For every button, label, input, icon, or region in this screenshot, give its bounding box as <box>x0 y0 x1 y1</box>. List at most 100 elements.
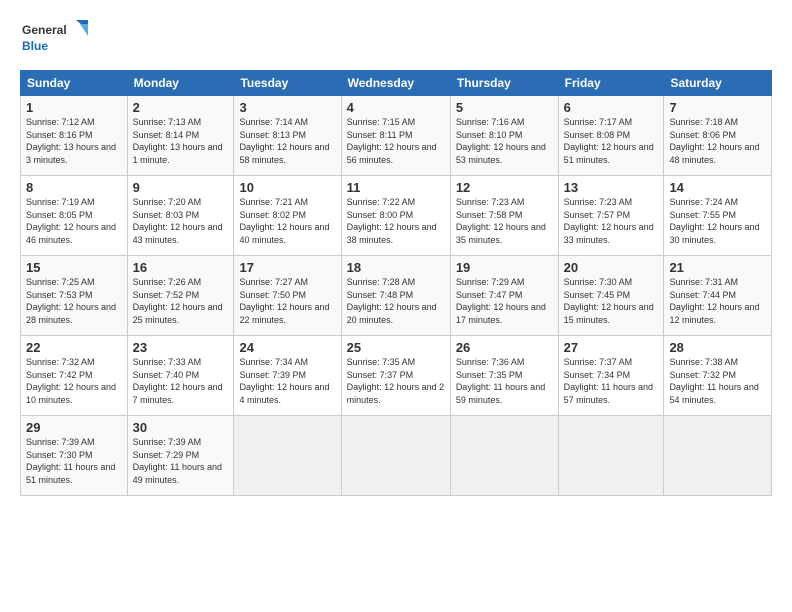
day-number: 29 <box>26 420 122 435</box>
calendar-cell: 5Sunrise: 7:16 AMSunset: 8:10 PMDaylight… <box>450 96 558 176</box>
day-info: Sunrise: 7:12 AMSunset: 8:16 PMDaylight:… <box>26 116 122 166</box>
day-info: Sunrise: 7:25 AMSunset: 7:53 PMDaylight:… <box>26 276 122 326</box>
calendar-cell: 6Sunrise: 7:17 AMSunset: 8:08 PMDaylight… <box>558 96 664 176</box>
svg-text:Blue: Blue <box>22 39 48 53</box>
calendar-cell: 27Sunrise: 7:37 AMSunset: 7:34 PMDayligh… <box>558 336 664 416</box>
day-info: Sunrise: 7:26 AMSunset: 7:52 PMDaylight:… <box>133 276 229 326</box>
calendar-cell: 7Sunrise: 7:18 AMSunset: 8:06 PMDaylight… <box>664 96 772 176</box>
day-number: 16 <box>133 260 229 275</box>
calendar-cell: 16Sunrise: 7:26 AMSunset: 7:52 PMDayligh… <box>127 256 234 336</box>
day-info: Sunrise: 7:37 AMSunset: 7:34 PMDaylight:… <box>564 356 659 406</box>
calendar-cell: 20Sunrise: 7:30 AMSunset: 7:45 PMDayligh… <box>558 256 664 336</box>
calendar-cell: 11Sunrise: 7:22 AMSunset: 8:00 PMDayligh… <box>341 176 450 256</box>
calendar-cell: 18Sunrise: 7:28 AMSunset: 7:48 PMDayligh… <box>341 256 450 336</box>
table-row: 15Sunrise: 7:25 AMSunset: 7:53 PMDayligh… <box>21 256 772 336</box>
day-info: Sunrise: 7:33 AMSunset: 7:40 PMDaylight:… <box>133 356 229 406</box>
day-number: 30 <box>133 420 229 435</box>
calendar-cell: 14Sunrise: 7:24 AMSunset: 7:55 PMDayligh… <box>664 176 772 256</box>
day-info: Sunrise: 7:22 AMSunset: 8:00 PMDaylight:… <box>347 196 445 246</box>
day-number: 26 <box>456 340 553 355</box>
calendar-cell: 2Sunrise: 7:13 AMSunset: 8:14 PMDaylight… <box>127 96 234 176</box>
calendar-cell <box>450 416 558 496</box>
day-info: Sunrise: 7:14 AMSunset: 8:13 PMDaylight:… <box>239 116 335 166</box>
calendar-cell: 17Sunrise: 7:27 AMSunset: 7:50 PMDayligh… <box>234 256 341 336</box>
day-number: 6 <box>564 100 659 115</box>
col-header-saturday: Saturday <box>664 71 772 96</box>
logo: General Blue <box>20 18 90 60</box>
day-info: Sunrise: 7:32 AMSunset: 7:42 PMDaylight:… <box>26 356 122 406</box>
calendar-cell <box>664 416 772 496</box>
calendar-cell: 1Sunrise: 7:12 AMSunset: 8:16 PMDaylight… <box>21 96 128 176</box>
day-number: 3 <box>239 100 335 115</box>
calendar-cell: 23Sunrise: 7:33 AMSunset: 7:40 PMDayligh… <box>127 336 234 416</box>
day-info: Sunrise: 7:13 AMSunset: 8:14 PMDaylight:… <box>133 116 229 166</box>
day-info: Sunrise: 7:36 AMSunset: 7:35 PMDaylight:… <box>456 356 553 406</box>
day-info: Sunrise: 7:18 AMSunset: 8:06 PMDaylight:… <box>669 116 766 166</box>
calendar-cell: 15Sunrise: 7:25 AMSunset: 7:53 PMDayligh… <box>21 256 128 336</box>
table-row: 22Sunrise: 7:32 AMSunset: 7:42 PMDayligh… <box>21 336 772 416</box>
calendar-table: SundayMondayTuesdayWednesdayThursdayFrid… <box>20 70 772 496</box>
calendar-cell: 3Sunrise: 7:14 AMSunset: 8:13 PMDaylight… <box>234 96 341 176</box>
calendar-cell <box>234 416 341 496</box>
table-row: 1Sunrise: 7:12 AMSunset: 8:16 PMDaylight… <box>21 96 772 176</box>
calendar-cell: 30Sunrise: 7:39 AMSunset: 7:29 PMDayligh… <box>127 416 234 496</box>
day-info: Sunrise: 7:17 AMSunset: 8:08 PMDaylight:… <box>564 116 659 166</box>
day-number: 28 <box>669 340 766 355</box>
day-info: Sunrise: 7:29 AMSunset: 7:47 PMDaylight:… <box>456 276 553 326</box>
day-info: Sunrise: 7:20 AMSunset: 8:03 PMDaylight:… <box>133 196 229 246</box>
calendar-cell: 26Sunrise: 7:36 AMSunset: 7:35 PMDayligh… <box>450 336 558 416</box>
day-number: 1 <box>26 100 122 115</box>
day-info: Sunrise: 7:31 AMSunset: 7:44 PMDaylight:… <box>669 276 766 326</box>
calendar-cell: 13Sunrise: 7:23 AMSunset: 7:57 PMDayligh… <box>558 176 664 256</box>
day-number: 23 <box>133 340 229 355</box>
day-number: 24 <box>239 340 335 355</box>
calendar-cell <box>341 416 450 496</box>
day-number: 20 <box>564 260 659 275</box>
calendar-cell <box>558 416 664 496</box>
day-number: 17 <box>239 260 335 275</box>
day-info: Sunrise: 7:16 AMSunset: 8:10 PMDaylight:… <box>456 116 553 166</box>
day-number: 21 <box>669 260 766 275</box>
day-info: Sunrise: 7:34 AMSunset: 7:39 PMDaylight:… <box>239 356 335 406</box>
day-info: Sunrise: 7:39 AMSunset: 7:29 PMDaylight:… <box>133 436 229 486</box>
day-number: 13 <box>564 180 659 195</box>
day-info: Sunrise: 7:38 AMSunset: 7:32 PMDaylight:… <box>669 356 766 406</box>
col-header-wednesday: Wednesday <box>341 71 450 96</box>
day-number: 14 <box>669 180 766 195</box>
day-info: Sunrise: 7:35 AMSunset: 7:37 PMDaylight:… <box>347 356 445 406</box>
table-row: 8Sunrise: 7:19 AMSunset: 8:05 PMDaylight… <box>21 176 772 256</box>
calendar-cell: 25Sunrise: 7:35 AMSunset: 7:37 PMDayligh… <box>341 336 450 416</box>
calendar-cell: 29Sunrise: 7:39 AMSunset: 7:30 PMDayligh… <box>21 416 128 496</box>
day-number: 15 <box>26 260 122 275</box>
day-info: Sunrise: 7:39 AMSunset: 7:30 PMDaylight:… <box>26 436 122 486</box>
col-header-friday: Friday <box>558 71 664 96</box>
logo-svg: General Blue <box>20 18 90 60</box>
day-info: Sunrise: 7:23 AMSunset: 7:58 PMDaylight:… <box>456 196 553 246</box>
day-number: 9 <box>133 180 229 195</box>
calendar-cell: 19Sunrise: 7:29 AMSunset: 7:47 PMDayligh… <box>450 256 558 336</box>
col-header-monday: Monday <box>127 71 234 96</box>
day-number: 5 <box>456 100 553 115</box>
svg-text:General: General <box>22 23 67 37</box>
day-number: 4 <box>347 100 445 115</box>
calendar-cell: 24Sunrise: 7:34 AMSunset: 7:39 PMDayligh… <box>234 336 341 416</box>
calendar-cell: 8Sunrise: 7:19 AMSunset: 8:05 PMDaylight… <box>21 176 128 256</box>
day-number: 2 <box>133 100 229 115</box>
day-info: Sunrise: 7:21 AMSunset: 8:02 PMDaylight:… <box>239 196 335 246</box>
day-number: 25 <box>347 340 445 355</box>
table-row: 29Sunrise: 7:39 AMSunset: 7:30 PMDayligh… <box>21 416 772 496</box>
day-number: 27 <box>564 340 659 355</box>
day-number: 10 <box>239 180 335 195</box>
day-number: 11 <box>347 180 445 195</box>
calendar-cell: 28Sunrise: 7:38 AMSunset: 7:32 PMDayligh… <box>664 336 772 416</box>
calendar-cell: 10Sunrise: 7:21 AMSunset: 8:02 PMDayligh… <box>234 176 341 256</box>
calendar-cell: 9Sunrise: 7:20 AMSunset: 8:03 PMDaylight… <box>127 176 234 256</box>
day-number: 12 <box>456 180 553 195</box>
day-info: Sunrise: 7:23 AMSunset: 7:57 PMDaylight:… <box>564 196 659 246</box>
col-header-sunday: Sunday <box>21 71 128 96</box>
day-info: Sunrise: 7:15 AMSunset: 8:11 PMDaylight:… <box>347 116 445 166</box>
calendar-cell: 22Sunrise: 7:32 AMSunset: 7:42 PMDayligh… <box>21 336 128 416</box>
day-number: 8 <box>26 180 122 195</box>
col-header-tuesday: Tuesday <box>234 71 341 96</box>
calendar-cell: 21Sunrise: 7:31 AMSunset: 7:44 PMDayligh… <box>664 256 772 336</box>
